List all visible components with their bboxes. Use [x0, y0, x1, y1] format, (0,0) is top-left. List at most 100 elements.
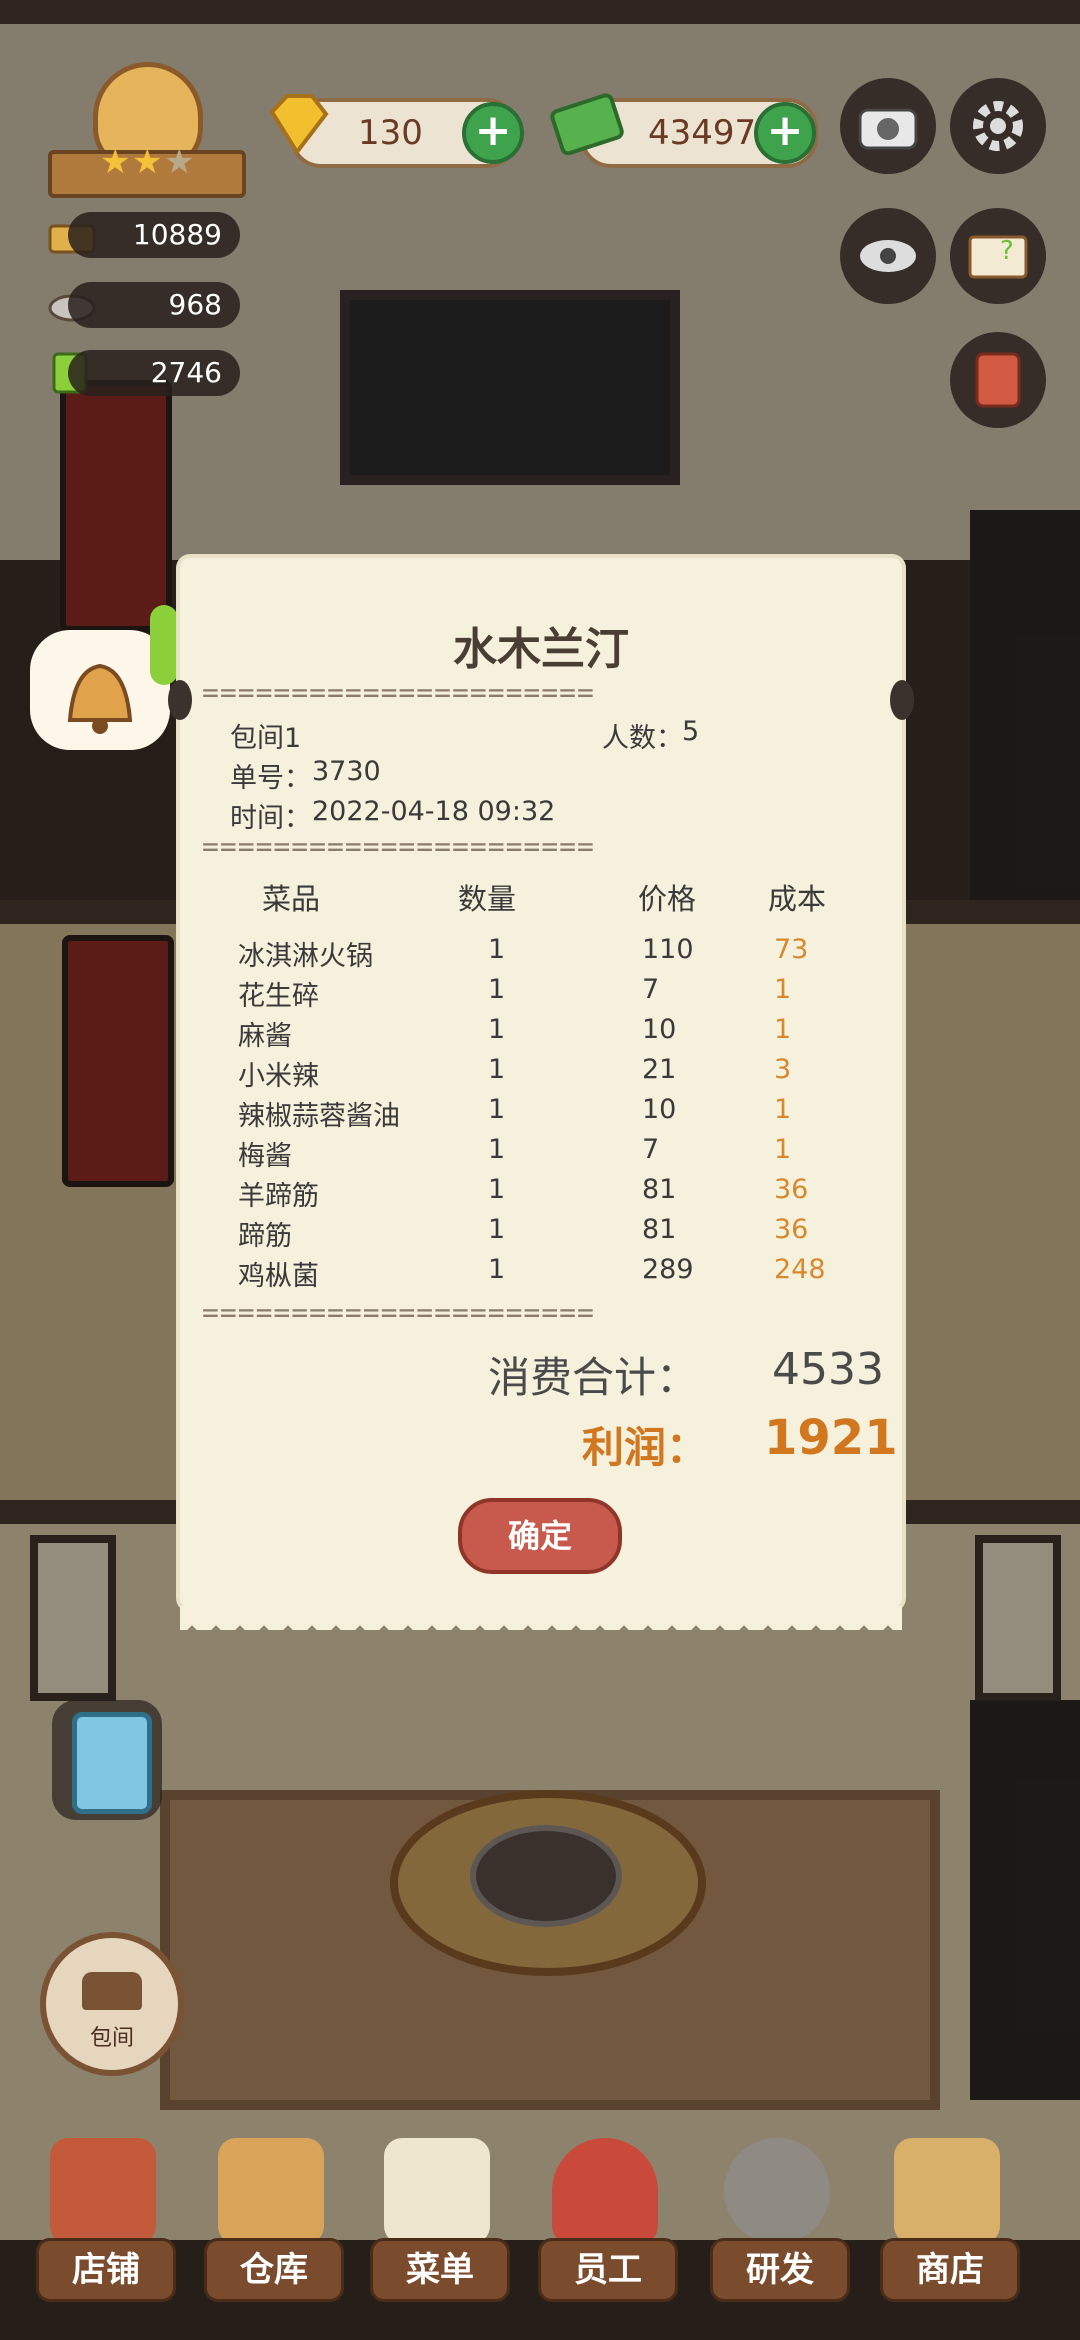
star-icon: ★	[132, 142, 163, 182]
item-name: 冰淇淋火锅	[238, 941, 373, 972]
item-cost: 1	[774, 1014, 792, 1045]
item-cost: 36	[774, 1214, 809, 1245]
receipt-notch	[890, 680, 914, 720]
nav-store[interactable]: 商店	[872, 2130, 1022, 2330]
order-label: 单号：	[230, 763, 311, 794]
divider: ======================	[202, 1296, 595, 1329]
item-cost: 36	[774, 1174, 809, 1205]
item-price: 21	[642, 1054, 677, 1085]
nav-label: 研发	[710, 2238, 850, 2302]
item-qty: 1	[488, 934, 506, 965]
clipboard-icon	[72, 1712, 152, 1814]
gem-icon	[262, 92, 332, 156]
nav-staff[interactable]: 员工	[530, 2130, 680, 2330]
order-number: 3730	[312, 756, 381, 787]
total-label: 消费合计：	[488, 1353, 699, 1402]
camera-button[interactable]	[840, 78, 936, 174]
nav-warehouse[interactable]: 仓库	[196, 2130, 346, 2330]
private-room-label: 包间	[89, 2026, 134, 2051]
gem-value: 130	[358, 113, 423, 153]
total-value: 4533	[772, 1344, 884, 1395]
nav-research[interactable]: 研发	[702, 2130, 852, 2330]
divider: ======================	[202, 676, 595, 709]
profit-label: 利润：	[582, 1423, 709, 1472]
sofa-icon	[82, 1972, 142, 2010]
item-qty: 1	[488, 1054, 506, 1085]
item-price: 7	[642, 974, 660, 1005]
view-button[interactable]	[840, 208, 936, 304]
item-name: 羊蹄筋	[238, 1181, 319, 1212]
item-name: 小米辣	[238, 1061, 319, 1092]
item-qty: 1	[488, 1014, 506, 1045]
item-price: 7	[642, 1134, 660, 1165]
item-price: 81	[642, 1214, 677, 1245]
item-cost: 1	[774, 974, 792, 1005]
eye-icon	[860, 240, 916, 272]
column-header: 价格	[638, 882, 697, 916]
guide-book-button[interactable]: ?	[950, 208, 1046, 304]
nav-label: 店铺	[36, 2238, 176, 2302]
bell-icon	[67, 663, 133, 734]
item-price: 10	[642, 1014, 677, 1045]
profit-value: 1921	[764, 1410, 898, 1466]
add-gems-button[interactable]: +	[462, 102, 524, 164]
camera-icon	[858, 108, 918, 150]
checklist-icon	[384, 2138, 490, 2244]
add-cash-button[interactable]: +	[754, 102, 816, 164]
cash-icon	[550, 88, 626, 160]
nav-label: 商店	[880, 2238, 1020, 2302]
item-price: 10	[642, 1094, 677, 1125]
notification-bubble[interactable]	[30, 630, 170, 750]
cash-value: 43497	[648, 113, 757, 153]
guests-value: 5	[682, 716, 700, 747]
crate-icon	[218, 2138, 324, 2244]
item-name: 鸡枞菌	[238, 1261, 319, 1292]
item-cost: 248	[774, 1254, 826, 1285]
notebook-button[interactable]	[950, 332, 1046, 428]
nav-label: 员工	[538, 2238, 678, 2302]
column-header: 数量	[458, 882, 517, 916]
chef-icon	[552, 2138, 658, 2244]
star-icon: ★	[164, 142, 195, 182]
item-qty: 1	[488, 1174, 506, 1205]
confirm-button[interactable]: 确定	[458, 1498, 622, 1574]
restaurant-name: 水木兰汀	[453, 624, 629, 675]
item-cost: 1	[774, 1094, 792, 1125]
nav-shop-front[interactable]: 店铺	[28, 2130, 178, 2330]
item-cost: 3	[774, 1054, 792, 1085]
nav-label: 菜单	[370, 2238, 510, 2302]
stat-value: 968	[68, 282, 240, 328]
star-icon: ★	[100, 142, 131, 182]
item-qty: 1	[488, 1254, 506, 1285]
item-price: 81	[642, 1174, 677, 1205]
alert-icon	[150, 605, 178, 685]
receipt-notch	[168, 680, 192, 720]
nav-label: 仓库	[204, 2238, 344, 2302]
column-header: 成本	[768, 882, 827, 916]
settings-button[interactable]	[950, 78, 1046, 174]
storefront-icon	[50, 2138, 156, 2244]
item-name: 麻酱	[238, 1021, 292, 1052]
item-qty: 1	[488, 1134, 506, 1165]
guests-label: 人数：	[602, 723, 683, 754]
stat-value: 10889	[68, 212, 240, 258]
column-header: 菜品	[262, 882, 321, 916]
notebook-icon	[975, 352, 1021, 408]
order-time: 2022-04-18 09:32	[312, 796, 556, 827]
stat-value: 2746	[68, 350, 240, 396]
item-name: 花生碎	[238, 981, 319, 1012]
nav-menu[interactable]: 菜单	[362, 2130, 512, 2330]
shop-icon	[894, 2138, 1000, 2244]
item-cost: 73	[774, 934, 809, 965]
private-room-button[interactable]: 包间	[40, 1932, 184, 2076]
item-name: 蹄筋	[238, 1221, 292, 1252]
room-name: 包间1	[230, 723, 302, 754]
svg-text:?: ?	[1000, 236, 1014, 266]
item-name: 梅酱	[238, 1141, 292, 1172]
item-qty: 1	[488, 1094, 506, 1125]
item-qty: 1	[488, 974, 506, 1005]
item-name: 辣椒蒜蓉酱油	[238, 1101, 400, 1132]
divider: ======================	[202, 830, 595, 863]
book-icon: ?	[968, 235, 1028, 279]
gear-icon	[973, 101, 1023, 151]
